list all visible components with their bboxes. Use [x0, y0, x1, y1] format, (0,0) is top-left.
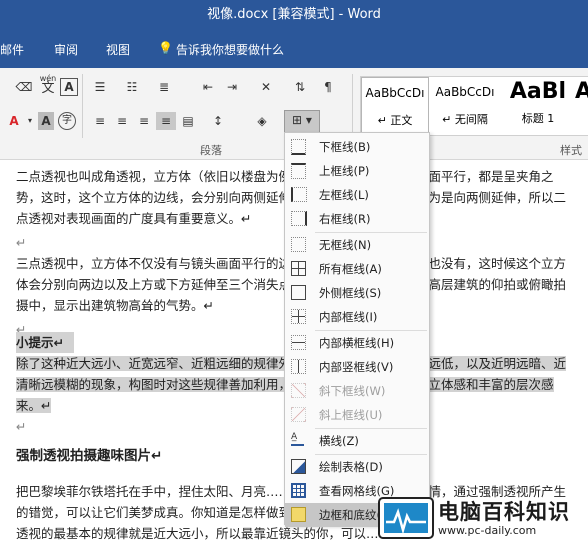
menu-item-label: 绘制表格(D) — [319, 460, 383, 474]
menu-item-left-border[interactable]: 左框线(L) — [285, 183, 429, 207]
lightbulb-icon: 💡 — [158, 41, 173, 55]
menu-item-label: 内部竖框线(V) — [319, 360, 394, 374]
borders-button[interactable]: ⊞ ▾ — [284, 110, 320, 134]
align-right-icon[interactable]: ≡ — [134, 112, 154, 130]
inside-vertical-border-icon — [291, 359, 306, 374]
watermark-logo: 电脑百科知识 www.pc-daily.com — [378, 492, 584, 542]
eraser-format-icon[interactable]: ⌫ — [14, 78, 34, 96]
decrease-indent-icon[interactable]: ⇤ — [198, 78, 218, 96]
menu-item-label: 下框线(B) — [319, 140, 371, 154]
menu-item-label: 无框线(N) — [319, 238, 372, 252]
watermark-title: 电脑百科知识 — [438, 500, 570, 524]
tab-view[interactable]: 视图 — [106, 41, 130, 58]
tip-title: 小提示↵ — [16, 332, 74, 353]
chinese-layout-icon[interactable]: ✕ — [256, 78, 276, 96]
menu-item-outside-borders[interactable]: 外侧框线(S) — [285, 281, 429, 305]
menu-item-right-border[interactable]: 右框线(R) — [285, 207, 429, 231]
style-heading-1[interactable]: AaBl 标题 1 — [503, 77, 573, 133]
no-border-icon — [291, 237, 306, 252]
style-preview: A — [575, 79, 588, 104]
menu-item-label: 右框线(R) — [319, 212, 371, 226]
tab-review[interactable]: 审阅 — [54, 41, 78, 58]
menu-item-top-border[interactable]: 上框线(P) — [285, 159, 429, 183]
tell-me-search[interactable]: 告诉我你想要做什么 — [176, 41, 284, 58]
menu-item-horizontal-line[interactable]: A̲ 横线(Z) — [285, 429, 429, 453]
paragraph-group-label: 段落 — [200, 144, 222, 157]
borders-shading-icon — [291, 507, 306, 522]
multilevel-list-icon[interactable]: ≣ — [154, 78, 174, 96]
left-border-icon — [291, 187, 307, 202]
menu-item-label: 内部框线(I) — [319, 310, 378, 324]
style-name: 标题 1 — [521, 112, 555, 125]
phonetic-char: 文 — [41, 81, 55, 96]
style-preview: AaBl — [509, 79, 567, 104]
outside-borders-icon — [291, 285, 306, 300]
menu-item-no-border[interactable]: 无框线(N) — [285, 233, 429, 257]
style-heading-2[interactable]: A — [575, 77, 588, 133]
draw-table-icon — [291, 459, 306, 474]
align-left-icon[interactable]: ≡ — [90, 112, 110, 130]
menu-item-label: 斜下框线(W) — [319, 384, 386, 398]
ribbon-tabs: 邮件 审阅 视图 💡 告诉我你想要做什么 — [0, 32, 588, 68]
chevron-down-icon[interactable]: ▾ — [20, 112, 40, 130]
styles-gallery: AaBbCcDı ↵ 正文 AaBbCcDı ↵ 无间隔 AaBl 标题 1 A — [360, 76, 588, 136]
menu-item-draw-table[interactable]: 绘制表格(D) — [285, 455, 429, 479]
justify-icon[interactable]: ≡ — [156, 112, 176, 130]
style-name: ↵ 正文 — [377, 114, 413, 127]
style-normal[interactable]: AaBbCcDı ↵ 正文 — [361, 77, 429, 133]
sort-icon[interactable]: ⇅ — [290, 78, 310, 96]
distributed-icon[interactable]: ▤ — [178, 112, 198, 130]
style-preview: AaBbCcDı — [435, 85, 495, 99]
menu-item-inside-horizontal[interactable]: 内部横框线(H) — [285, 331, 429, 355]
style-preview: AaBbCcDı — [365, 86, 425, 100]
menu-item-label: 上框线(P) — [319, 164, 370, 178]
enclose-char-icon[interactable]: 字 — [58, 112, 76, 130]
horizontal-line-icon: A̲ — [291, 433, 304, 446]
watermark-url: www.pc-daily.com — [438, 524, 537, 537]
menu-item-diagonal-up: 斜上框线(U) — [285, 403, 429, 427]
view-gridlines-icon — [291, 483, 306, 498]
window-title: 视像.docx [兼容模式] - Word — [207, 7, 381, 22]
menu-item-label: 外侧框线(S) — [319, 286, 382, 300]
menu-item-label: 内部横框线(H) — [319, 336, 395, 350]
line-spacing-icon[interactable]: ↕ — [208, 112, 228, 130]
all-borders-icon — [291, 261, 306, 276]
title-bar: 视像.docx [兼容模式] - Word — [0, 0, 588, 32]
increase-indent-icon[interactable]: ⇥ — [222, 78, 242, 96]
top-border-icon — [291, 163, 306, 179]
menu-item-diagonal-down: 斜下框线(W) — [285, 379, 429, 403]
style-no-spacing[interactable]: AaBbCcDı ↵ 无间隔 — [431, 77, 499, 133]
diagonal-up-border-icon — [291, 407, 306, 422]
menu-item-all-borders[interactable]: 所有框线(A) — [285, 257, 429, 281]
menu-item-bottom-border[interactable]: 下框线(B) — [285, 135, 429, 159]
menu-item-label: 左框线(L) — [319, 188, 369, 202]
bottom-border-icon — [291, 139, 306, 155]
bullets-icon[interactable]: ☰ — [90, 78, 110, 96]
menu-item-label: 斜上框线(U) — [319, 408, 383, 422]
tab-mailings[interactable]: 邮件 — [0, 41, 24, 58]
borders-dropdown-menu: 下框线(B) 上框线(P) 左框线(L) 右框线(R) 无框线(N) 所有框线(… — [284, 132, 430, 527]
shading-icon[interactable]: ◈ — [252, 112, 272, 130]
inside-horizontal-border-icon — [291, 335, 306, 350]
style-name: ↵ 无间隔 — [442, 113, 488, 126]
diagonal-down-border-icon — [291, 383, 306, 398]
menu-item-label: 所有框线(A) — [319, 262, 382, 276]
inside-borders-icon — [291, 309, 306, 324]
menu-item-label: 横线(Z) — [319, 434, 359, 448]
phonetic-guide-button[interactable]: wén 文 — [38, 74, 58, 98]
right-border-icon — [291, 211, 307, 226]
numbering-icon[interactable]: ☷ — [122, 78, 142, 96]
align-center-icon[interactable]: ≡ — [112, 112, 132, 130]
char-shading-icon[interactable]: A — [38, 112, 54, 130]
menu-item-inside-borders[interactable]: 内部框线(I) — [285, 305, 429, 329]
styles-group-label: 样式 — [560, 144, 582, 157]
menu-item-inside-vertical[interactable]: 内部竖框线(V) — [285, 355, 429, 379]
char-border-icon[interactable]: A — [60, 78, 78, 96]
show-marks-icon[interactable]: ¶ — [318, 78, 338, 96]
